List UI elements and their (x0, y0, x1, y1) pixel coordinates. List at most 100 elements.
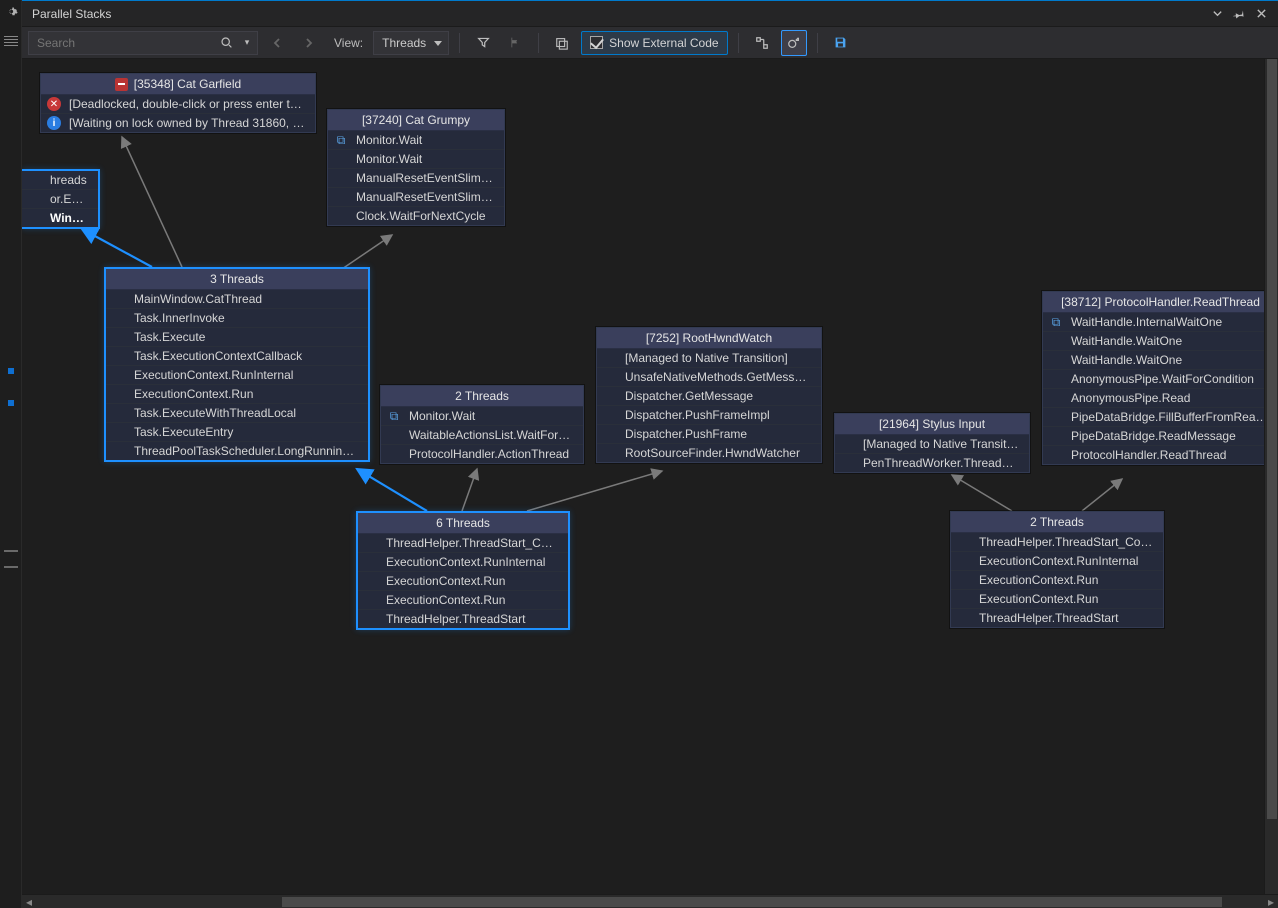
drag-handle-icon[interactable] (4, 42, 18, 46)
node-row[interactable]: ProtocolHandler.ReadThread (1043, 446, 1278, 464)
node-row[interactable]: Task.Execute (106, 328, 368, 347)
node-row[interactable]: ExecutionContext.RunInternal (106, 366, 368, 385)
search-icon[interactable] (216, 31, 236, 55)
nav-back-button[interactable] (264, 30, 290, 56)
node-row[interactable]: ⧉ WaitHandle.InternalWaitOne (1043, 313, 1278, 332)
node-2-threads-b[interactable]: 2 Threads ThreadHelper.ThreadStart_Conte… (950, 511, 1164, 628)
node-row[interactable]: hreads (22, 171, 98, 190)
filter-button[interactable] (470, 30, 496, 56)
pin-icon[interactable] (1228, 3, 1250, 25)
node-header[interactable]: [21964] Stylus Input (835, 414, 1029, 435)
info-icon: i (47, 116, 61, 130)
node-row[interactable]: ThreadHelper.ThreadStart (358, 610, 568, 628)
node-row[interactable]: Dispatcher.PushFrameImpl (597, 406, 821, 425)
node-row[interactable]: [Managed to Native Transition] (597, 349, 821, 368)
view-select[interactable]: Threads (373, 31, 449, 55)
node-row[interactable]: ✕ [Deadlocked, double-click or press ent… (41, 95, 315, 114)
gear-icon[interactable] (0, 0, 22, 22)
node-header[interactable]: 2 Threads (381, 386, 583, 407)
node-row[interactable]: Task.ExecutionContextCallback (106, 347, 368, 366)
horizontal-scrollbar[interactable]: ◂ ▸ (22, 894, 1278, 908)
node-root-hwnd[interactable]: [7252] RootHwndWatch [Managed to Native … (596, 327, 822, 463)
node-title: [21964] Stylus Input (879, 417, 985, 431)
node-row[interactable]: ManualResetEventSlim.Wait (328, 169, 504, 188)
toolbar: ▾ View: Threads Show External Code (22, 27, 1278, 59)
node-row[interactable]: WaitableActionsList.WaitForData (381, 426, 583, 445)
close-icon[interactable] (1250, 3, 1272, 25)
node-row[interactable]: UnsafeNativeMethods.GetMessageW (597, 368, 821, 387)
node-6-threads[interactable]: 6 Threads ThreadHelper.ThreadStart_Conte… (356, 511, 570, 630)
scroll-right-icon[interactable]: ▸ (1264, 895, 1278, 908)
node-row[interactable]: Task.ExecuteEntry (106, 423, 368, 442)
node-row[interactable]: ExecutionContext.Run (358, 591, 568, 610)
node-header[interactable]: 3 Threads (106, 269, 368, 290)
node-header[interactable]: [7252] RootHwndWatch (597, 328, 821, 349)
node-row[interactable]: ⧉ Monitor.Wait (328, 131, 504, 150)
node-row[interactable]: Dispatcher.GetMessage (597, 387, 821, 406)
node-header[interactable]: 6 Threads (358, 513, 568, 534)
node-row[interactable]: ThreadHelper.ThreadStart (951, 609, 1163, 627)
node-row[interactable]: i [Waiting on lock owned by Thread 31860… (41, 114, 315, 132)
scroll-left-icon[interactable]: ◂ (22, 895, 36, 908)
node-row[interactable]: ⧉ Monitor.Wait (381, 407, 583, 426)
node-row[interactable]: WaitHandle.WaitOne (1043, 332, 1278, 351)
node-row[interactable]: ThreadPoolTaskScheduler.LongRunningThre… (106, 442, 368, 460)
node-row[interactable]: RootSourceFinder.HwndWatcher (597, 444, 821, 462)
node-row[interactable]: ManualResetEventSlim.Wait (328, 188, 504, 207)
drag-handle-icon[interactable] (4, 36, 18, 40)
graph-edges (22, 59, 1278, 908)
node-row[interactable]: ExecutionContext.Run (951, 590, 1163, 609)
node-row[interactable]: ThreadHelper.ThreadStart_Context (358, 534, 568, 553)
node-row[interactable]: Monitor.Wait (328, 150, 504, 169)
node-header[interactable]: [38712] ProtocolHandler.ReadThread (1043, 292, 1278, 313)
node-row[interactable]: MainWindow.CatThread (106, 290, 368, 309)
node-row[interactable]: [Managed to Native Transition] (835, 435, 1029, 454)
node-row[interactable]: ExecutionContext.Run (358, 572, 568, 591)
search-input-wrap: ▾ (28, 31, 258, 55)
node-row[interactable]: AnonymousPipe.Read (1043, 389, 1278, 408)
search-dropdown-icon[interactable]: ▾ (238, 31, 256, 55)
save-button[interactable] (828, 30, 854, 56)
scrollbar-thumb[interactable] (1267, 59, 1277, 819)
toggle-layout-button[interactable] (749, 30, 775, 56)
dropdown-button[interactable] (1206, 3, 1228, 25)
node-row[interactable]: Dispatcher.PushFrame (597, 425, 821, 444)
node-row[interactable]: Task.InnerInvoke (106, 309, 368, 328)
node-3-threads[interactable]: 3 Threads MainWindow.CatThread Task.Inne… (104, 267, 370, 462)
node-row[interactable]: ThreadHelper.ThreadStart_Context (951, 533, 1163, 552)
node-protocol-read[interactable]: [38712] ProtocolHandler.ReadThread ⧉ Wai… (1042, 291, 1278, 465)
divider-icon (4, 566, 18, 568)
panel-titlebar: Parallel Stacks (22, 1, 1278, 27)
scrollbar-thumb[interactable] (282, 897, 1222, 907)
node-row[interactable]: PipeDataBridge.ReadMessage (1043, 427, 1278, 446)
node-row[interactable]: ExecutionContext.Run (951, 571, 1163, 590)
node-stylus-input[interactable]: [21964] Stylus Input [Managed to Native … (834, 413, 1030, 473)
node-2-threads-a[interactable]: 2 Threads ⧉ Monitor.Wait WaitableActions… (380, 385, 584, 464)
auto-layout-button[interactable] (781, 30, 807, 56)
node-cat-garfield[interactable]: [35348] Cat Garfield ✕ [Deadlocked, doub… (40, 73, 316, 133)
node-row[interactable]: ExecutionContext.Run (106, 385, 368, 404)
node-row[interactable]: WaitHandle.WaitOne (1043, 351, 1278, 370)
node-row[interactable]: ExecutionContext.RunInternal (951, 552, 1163, 571)
node-row[interactable]: PipeDataBridge.FillBufferFromReadPipe (1043, 408, 1278, 427)
node-title: [37240] Cat Grumpy (362, 113, 470, 127)
node-row[interactable]: AnonymousPipe.WaitForCondition (1043, 370, 1278, 389)
node-partial-threads[interactable]: hreads or.Enter Window.Buy (22, 169, 100, 229)
node-row[interactable]: Clock.WaitForNextCycle (328, 207, 504, 225)
flag-button[interactable] (502, 30, 528, 56)
node-header[interactable]: 2 Threads (951, 512, 1163, 533)
vertical-scrollbar[interactable] (1264, 59, 1278, 894)
node-row[interactable]: ProtocolHandler.ActionThread (381, 445, 583, 463)
node-row[interactable]: Task.ExecuteWithThreadLocal (106, 404, 368, 423)
node-cat-grumpy[interactable]: [37240] Cat Grumpy ⧉ Monitor.Wait Monito… (327, 109, 505, 226)
show-external-code-toggle[interactable]: Show External Code (581, 31, 727, 55)
nav-forward-button[interactable] (296, 30, 322, 56)
node-row[interactable]: Window.Buy (22, 209, 98, 227)
node-row[interactable]: ExecutionContext.RunInternal (358, 553, 568, 572)
frames-button[interactable] (549, 30, 575, 56)
node-header[interactable]: [35348] Cat Garfield (41, 74, 315, 95)
node-row[interactable]: PenThreadWorker.ThreadProc (835, 454, 1029, 472)
node-row[interactable]: or.Enter (22, 190, 98, 209)
graph-canvas[interactable]: [35348] Cat Garfield ✕ [Deadlocked, doub… (22, 59, 1278, 908)
node-header[interactable]: [37240] Cat Grumpy (328, 110, 504, 131)
